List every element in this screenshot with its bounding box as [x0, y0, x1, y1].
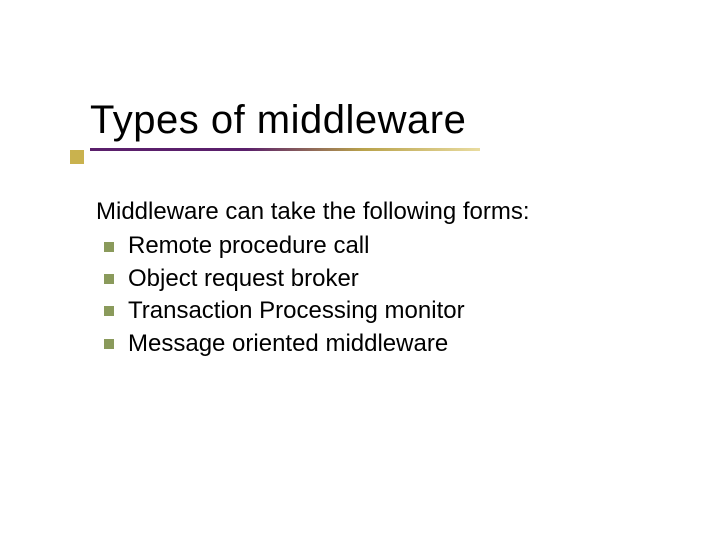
title-underline — [90, 148, 480, 151]
list-item-label: Transaction Processing monitor — [128, 295, 465, 327]
square-bullet-icon — [104, 274, 114, 284]
list-item-label: Remote procedure call — [128, 230, 369, 262]
accent-square-icon — [70, 150, 84, 164]
bullet-list: Remote procedure call Object request bro… — [96, 230, 656, 360]
square-bullet-icon — [104, 339, 114, 349]
square-bullet-icon — [104, 306, 114, 316]
intro-text: Middleware can take the following forms: — [96, 196, 656, 228]
slide-title: Types of middleware — [90, 98, 480, 142]
body-text: Middleware can take the following forms:… — [96, 196, 656, 360]
list-item: Remote procedure call — [96, 230, 656, 262]
list-item: Message oriented middleware — [96, 328, 656, 360]
list-item-label: Object request broker — [128, 263, 359, 295]
list-item: Object request broker — [96, 263, 656, 295]
square-bullet-icon — [104, 242, 114, 252]
title-block: Types of middleware — [90, 98, 480, 151]
list-item: Transaction Processing monitor — [96, 295, 656, 327]
slide: Types of middleware Middleware can take … — [0, 0, 720, 540]
list-item-label: Message oriented middleware — [128, 328, 448, 360]
